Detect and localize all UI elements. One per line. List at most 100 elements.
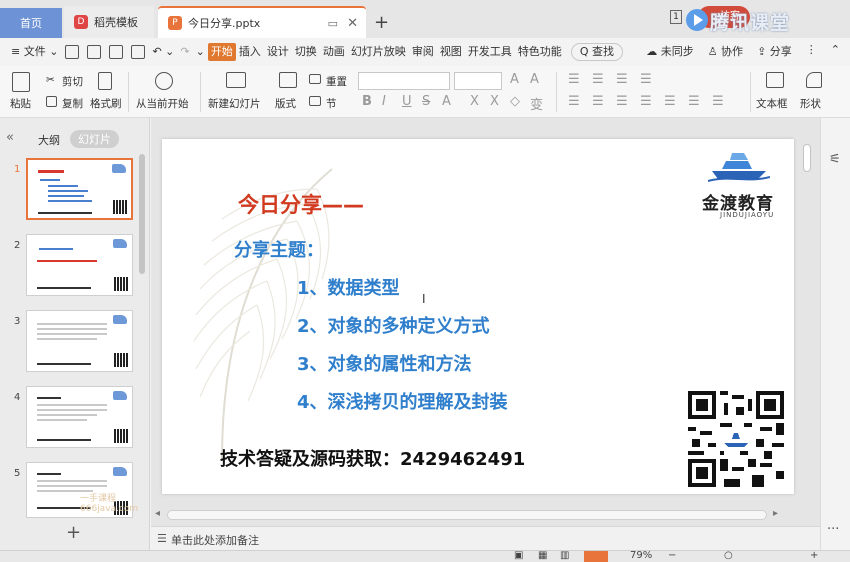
- superscript-icon[interactable]: X: [470, 94, 479, 109]
- sorter-view-icon[interactable]: ▦: [538, 550, 547, 561]
- undo-icon[interactable]: ↶ ⌄: [149, 43, 177, 61]
- layout-icon[interactable]: [279, 72, 297, 88]
- underline-icon[interactable]: U: [402, 94, 412, 109]
- topic-item-3[interactable]: 3、对象的属性和方法: [297, 350, 472, 376]
- columns-icon[interactable]: ☰: [688, 94, 700, 109]
- justify-icon[interactable]: ☰: [640, 94, 652, 109]
- menu-tab-review[interactable]: 审阅: [409, 43, 437, 61]
- font-size-select[interactable]: [454, 72, 502, 90]
- vertical-scrollbar[interactable]: [803, 144, 811, 172]
- slide-title[interactable]: 今日分享——: [238, 189, 364, 219]
- scroll-left-icon[interactable]: ◂: [155, 508, 160, 519]
- grow-font-icon[interactable]: A: [510, 72, 519, 87]
- tab-home[interactable]: 首页: [0, 8, 62, 38]
- collapse-ribbon-icon[interactable]: ⌃: [831, 43, 840, 59]
- add-slide-button[interactable]: +: [66, 522, 81, 543]
- font-color-icon[interactable]: A: [442, 94, 451, 109]
- zoom-level[interactable]: 79%: [630, 550, 652, 561]
- copy-icon[interactable]: [46, 96, 57, 107]
- slide-thumbnail-1[interactable]: [26, 158, 133, 220]
- close-tab-icon[interactable]: ✕: [347, 16, 358, 31]
- copy-button[interactable]: 复制: [62, 96, 83, 111]
- normal-view-icon[interactable]: ▣: [514, 550, 523, 561]
- font-family-select[interactable]: [358, 72, 450, 90]
- tab-template[interactable]: D 稻壳模板: [64, 6, 154, 38]
- new-slide-button[interactable]: 新建幻灯片: [208, 96, 261, 111]
- share-button[interactable]: ⇪ 分享: [757, 43, 792, 59]
- section-button[interactable]: 节: [326, 96, 337, 111]
- align-right-icon[interactable]: ☰: [616, 94, 628, 109]
- preview-icon[interactable]: [131, 45, 146, 59]
- italic-icon[interactable]: I: [382, 94, 386, 109]
- notes-pane[interactable]: ☰ 单击此处添加备注: [151, 526, 820, 550]
- search-box[interactable]: Q 查找: [570, 43, 623, 61]
- eraser-icon[interactable]: ◇: [510, 94, 520, 109]
- menu-tab-design[interactable]: 设计: [264, 43, 292, 61]
- menu-tab-view[interactable]: 视图: [437, 43, 465, 61]
- shape-icon[interactable]: [806, 72, 822, 88]
- tab-slides[interactable]: 幻灯片: [70, 130, 119, 148]
- print-icon[interactable]: [109, 45, 124, 59]
- format-painter-icon[interactable]: [98, 72, 112, 90]
- redo-icon[interactable]: ↷: [177, 43, 192, 61]
- save-icon[interactable]: [65, 45, 80, 59]
- textbox-button[interactable]: 文本框: [756, 96, 788, 111]
- topic-item-4[interactable]: 4、深浅拷贝的理解及封装: [297, 388, 508, 414]
- from-current-button[interactable]: 从当前开始: [136, 96, 189, 111]
- window-count-badge[interactable]: 1: [670, 10, 682, 24]
- text-direction-icon[interactable]: ☰: [712, 94, 724, 109]
- collapse-panel-icon[interactable]: «: [6, 130, 14, 145]
- menu-tab-slideshow[interactable]: 幻灯片放映: [348, 43, 409, 61]
- scroll-right-icon[interactable]: ▸: [773, 508, 778, 519]
- more-options-icon[interactable]: ···: [827, 522, 839, 537]
- zoom-out-icon[interactable]: −: [668, 550, 676, 561]
- contact-text[interactable]: 技术答疑及源码获取：2429462491: [220, 445, 525, 471]
- pin-icon[interactable]: ▭: [328, 17, 338, 30]
- topic-item-2[interactable]: 2、对象的多种定义方式: [297, 312, 490, 338]
- play-from-current-icon[interactable]: [155, 72, 173, 90]
- menu-tab-start[interactable]: 开始: [207, 43, 236, 61]
- shape-button[interactable]: 形状: [800, 96, 821, 111]
- slide-subtitle[interactable]: 分享主题：: [234, 236, 324, 262]
- panel-scrollbar[interactable]: [139, 154, 145, 274]
- customize-icon[interactable]: ⌄: [193, 43, 208, 61]
- menu-tab-insert[interactable]: 插入: [236, 43, 264, 61]
- zoom-slider-thumb[interactable]: ○: [724, 550, 733, 561]
- cut-button[interactable]: 剪切: [62, 74, 83, 89]
- layout-button[interactable]: 版式: [275, 96, 296, 111]
- align-center-icon[interactable]: ☰: [592, 94, 604, 109]
- properties-icon[interactable]: ⚟: [829, 152, 841, 167]
- bullets-icon[interactable]: ☰: [568, 72, 580, 87]
- horizontal-scrollbar[interactable]: [167, 510, 767, 520]
- reading-view-icon[interactable]: ▥: [560, 550, 569, 561]
- shrink-font-icon[interactable]: A: [530, 72, 539, 87]
- sync-button[interactable]: ☁ 未同步: [646, 43, 694, 59]
- zoom-in-icon[interactable]: +: [810, 550, 818, 561]
- bold-icon[interactable]: B: [362, 94, 372, 109]
- file-menu[interactable]: ≡ 文件 ⌄: [8, 43, 61, 61]
- menu-tab-transition[interactable]: 切换: [292, 43, 320, 61]
- slideshow-play-button[interactable]: [584, 551, 608, 562]
- reset-button[interactable]: 重置: [326, 74, 347, 89]
- slide-canvas[interactable]: 金渡教育 JINDUJIAOYU 今日分享—— 分享主题： 1、数据类型 2、对…: [162, 139, 794, 494]
- align-left-icon[interactable]: ☰: [568, 94, 580, 109]
- slide-thumbnail-2[interactable]: [26, 234, 133, 296]
- more-icon[interactable]: ⋮: [806, 43, 817, 59]
- slide-thumbnail-3[interactable]: [26, 310, 133, 372]
- paste-button[interactable]: 粘贴: [10, 96, 31, 111]
- numbering-icon[interactable]: ☰: [592, 72, 604, 87]
- menu-tab-features[interactable]: 特色功能: [515, 43, 565, 61]
- scissors-icon[interactable]: ✂: [46, 74, 55, 86]
- format-painter-button[interactable]: 格式刷: [90, 96, 122, 111]
- distribute-icon[interactable]: ☰: [664, 94, 676, 109]
- collab-button[interactable]: ♙ 协作: [708, 43, 743, 59]
- new-slide-icon[interactable]: [226, 72, 246, 88]
- menu-tab-developer[interactable]: 开发工具: [465, 43, 515, 61]
- subscript-icon[interactable]: X: [490, 94, 499, 109]
- topic-item-1[interactable]: 1、数据类型: [297, 274, 400, 300]
- paste-icon[interactable]: [12, 72, 30, 92]
- new-tab-button[interactable]: +: [374, 12, 389, 33]
- tab-outline[interactable]: 大纲: [38, 132, 60, 148]
- section-icon[interactable]: [309, 96, 321, 106]
- reset-icon[interactable]: [309, 74, 321, 84]
